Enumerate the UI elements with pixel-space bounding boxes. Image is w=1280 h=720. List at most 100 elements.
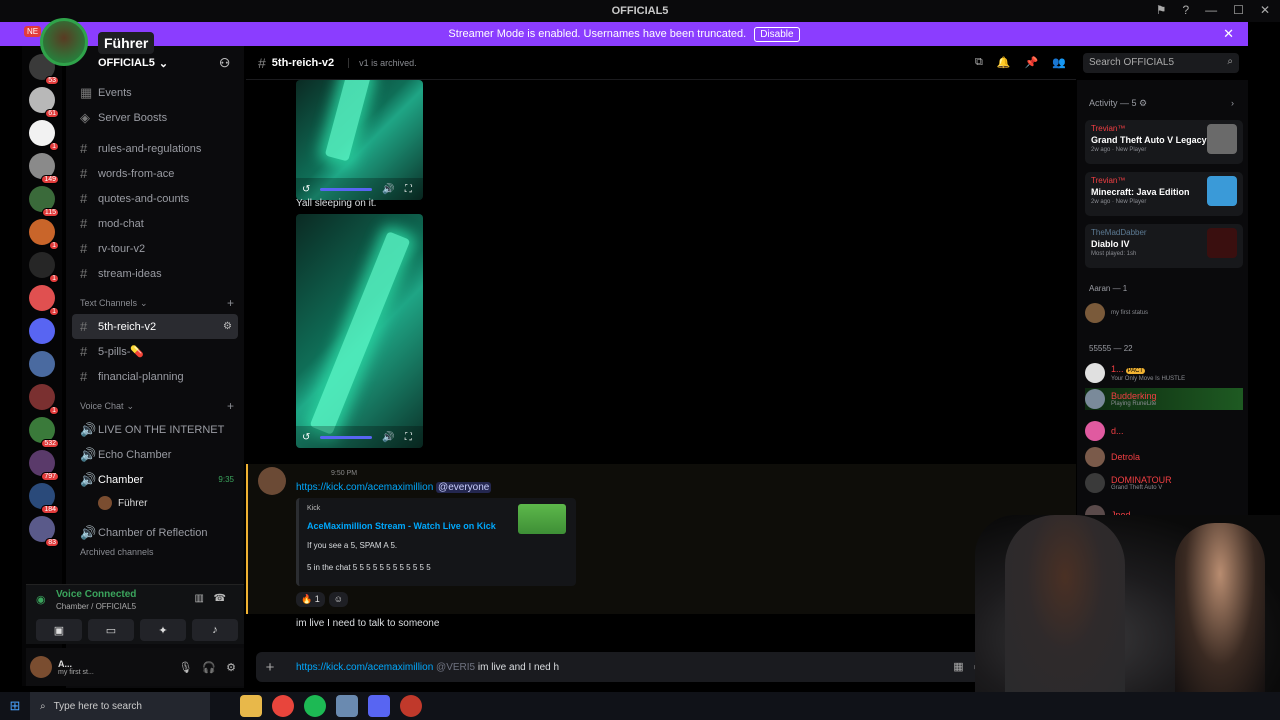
guild-header[interactable]: OFFICIAL5 ⌄ ⚇ — [66, 46, 244, 80]
obs-icon[interactable] — [400, 695, 422, 717]
server-icon[interactable]: 115 — [29, 186, 59, 217]
bell-icon[interactable]: 🔔 — [997, 56, 1011, 69]
server-icon[interactable]: 1 — [29, 120, 59, 151]
add-channel-icon[interactable]: + — [227, 296, 234, 310]
pin-icon[interactable]: 📌 — [1025, 56, 1039, 69]
replay-icon[interactable]: ↺ — [302, 184, 310, 195]
voice-live-on-internet[interactable]: 🔊 LIVE ON THE INTERNET — [66, 417, 244, 442]
voice-chat-category[interactable]: Voice Chat ⌄ + — [66, 395, 244, 417]
channel-topic[interactable]: v1 is archived. — [348, 57, 417, 68]
add-member-icon[interactable]: ⚇ — [219, 56, 230, 70]
channel-5-pills[interactable]: #5-pills-💊 — [66, 339, 244, 364]
server-icon[interactable] — [29, 351, 55, 377]
message-composer[interactable]: + https://kick.com/acemaximillion @VERI5… — [256, 652, 996, 682]
attach-plus-icon[interactable]: + — [256, 659, 284, 676]
discord-icon[interactable] — [368, 695, 390, 717]
member-row[interactable]: Detrola — [1085, 446, 1243, 468]
avatar[interactable] — [30, 656, 52, 678]
reaction-fire[interactable]: 🔥 1 — [296, 592, 325, 607]
server-icon[interactable]: 1 — [29, 285, 59, 316]
activity-card[interactable]: Trevian™ Grand Theft Auto V Legacy 2w ago … — [1085, 120, 1243, 164]
voice-chamber[interactable]: 🔊 Chamber 9:35 — [66, 467, 244, 492]
message-link[interactable]: https://kick.com/acemaximillion — [296, 482, 433, 493]
close-banner-icon[interactable]: ✕ — [1223, 26, 1234, 42]
chrome-icon[interactable] — [272, 695, 294, 717]
channel-rules[interactable]: # rules-and-regulations — [66, 136, 244, 161]
voice-echo-chamber[interactable]: 🔊 Echo Chamber — [66, 442, 244, 467]
text-channels-category[interactable]: Text Channels ⌄ + — [66, 292, 244, 314]
members-icon[interactable]: 👥 — [1052, 56, 1066, 69]
inbox-icon[interactable]: ⚑ — [1156, 3, 1167, 17]
camera-button[interactable]: ▣ — [36, 619, 82, 641]
archived-category[interactable]: Archived channels — [66, 545, 244, 559]
channel-rv-tour[interactable]: # rv-tour-v2 — [66, 236, 244, 261]
soundboard-button[interactable]: ♪ — [192, 619, 238, 641]
screen-share-button[interactable]: ▭ — [88, 619, 134, 641]
maximize-icon[interactable]: ☐ — [1233, 3, 1244, 17]
replay-icon[interactable]: ↺ — [302, 432, 310, 443]
channel-5th-reich-v2[interactable]: #5th-reich-v2 ⚙ — [72, 314, 238, 339]
server-icon[interactable]: 83 — [29, 516, 59, 547]
search-input[interactable]: Search OFFICIAL5 ⌕ — [1083, 53, 1239, 73]
server-icon[interactable]: 1 — [29, 219, 59, 250]
fullscreen-icon[interactable]: ⛶ — [405, 184, 412, 195]
activity-card[interactable]: TheMadDabber Diablo IV Most played: 1sh — [1085, 224, 1243, 268]
member-row[interactable]: 1... PACT Your Only Move Is HUSTLE — [1085, 362, 1243, 384]
video-progress[interactable] — [320, 187, 373, 191]
server-icon[interactable]: 532 — [29, 417, 59, 448]
add-reaction-icon[interactable]: ☺ — [328, 592, 348, 607]
add-voice-channel-icon[interactable]: + — [227, 399, 234, 413]
noise-suppression-icon[interactable]: ▥ — [195, 593, 204, 604]
member-row[interactable]: d... — [1085, 420, 1243, 442]
video-attachment[interactable]: ↺ 🔊 ⛶ — [296, 214, 423, 448]
spotify-icon[interactable] — [304, 695, 326, 717]
server-icon[interactable]: 61 — [29, 87, 59, 118]
fullscreen-icon[interactable]: ⛶ — [405, 432, 412, 443]
server-icon[interactable]: 797 — [29, 450, 59, 481]
volume-icon[interactable]: 🔊 — [382, 432, 394, 443]
server-icon[interactable]: 149 — [29, 153, 59, 184]
gear-icon[interactable]: ⚙ — [226, 661, 236, 674]
threads-icon[interactable]: ⧉ — [975, 56, 983, 69]
help-icon[interactable]: ? — [1182, 3, 1189, 17]
taskbar-search[interactable]: ⌕ Type here to search — [30, 692, 210, 720]
minimize-icon[interactable]: — — [1205, 3, 1217, 17]
activity-header[interactable]: Activity — 5 ⚙ › — [1089, 98, 1234, 109]
close-window-icon[interactable]: ✕ — [1260, 3, 1270, 17]
member-aaran[interactable]: my first status — [1085, 302, 1243, 324]
voice-channel-name[interactable]: Chamber / OFFICIAL5 — [56, 602, 136, 611]
channel-mod-chat[interactable]: # mod-chat — [66, 211, 244, 236]
video-attachment[interactable]: ↺ 🔊 ⛶ — [296, 80, 423, 200]
windows-start-icon[interactable]: ⊞ — [0, 698, 30, 714]
video-progress[interactable] — [320, 435, 373, 439]
everyone-mention[interactable]: @everyone — [436, 482, 492, 493]
volume-icon[interactable]: 🔊 — [382, 184, 394, 195]
voice-user[interactable]: Führer — [66, 492, 244, 514]
events-item[interactable]: ▦ Events — [66, 80, 244, 105]
avatar[interactable] — [258, 467, 286, 495]
voice-chamber-of-reflection[interactable]: 🔊 Chamber of Reflection — [66, 520, 244, 545]
channel-stream-ideas[interactable]: # stream-ideas — [66, 261, 244, 286]
channel-financial-planning[interactable]: # financial-planning — [66, 364, 244, 389]
channel-quotes[interactable]: # quotes-and-counts — [66, 186, 244, 211]
server-icon[interactable] — [29, 318, 55, 344]
file-explorer-icon[interactable] — [240, 695, 262, 717]
mic-icon[interactable]: 🎙 — [178, 661, 192, 674]
app-icon[interactable] — [336, 695, 358, 717]
server-icon[interactable]: 184 — [29, 483, 59, 514]
activity-card[interactable]: Trevian™ Minecraft: Java Edition 2w ago · … — [1085, 172, 1243, 216]
gift-icon[interactable]: ▦ — [953, 660, 963, 673]
server-boosts-item[interactable]: ◈ Server Boosts — [66, 105, 244, 130]
composer-value[interactable]: https://kick.com/acemaximillion @VERI5 i… — [296, 662, 559, 673]
channel-words-from-ace[interactable]: # words-from-ace — [66, 161, 244, 186]
activities-button[interactable]: ✦ — [140, 619, 186, 641]
server-icon[interactable]: 1 — [29, 384, 59, 415]
member-row[interactable]: Budderking Playing RuneLite — [1085, 388, 1243, 410]
disconnect-icon[interactable]: ☎ — [214, 593, 226, 604]
server-icon[interactable]: 1 — [29, 252, 59, 283]
chevron-right-icon[interactable]: › — [1231, 98, 1234, 108]
disable-button[interactable]: Disable — [754, 26, 800, 42]
settings-icon[interactable]: ⚙ — [223, 321, 232, 332]
embed-thumbnail[interactable] — [518, 504, 566, 534]
headphones-icon[interactable]: 🎧 — [202, 661, 216, 674]
